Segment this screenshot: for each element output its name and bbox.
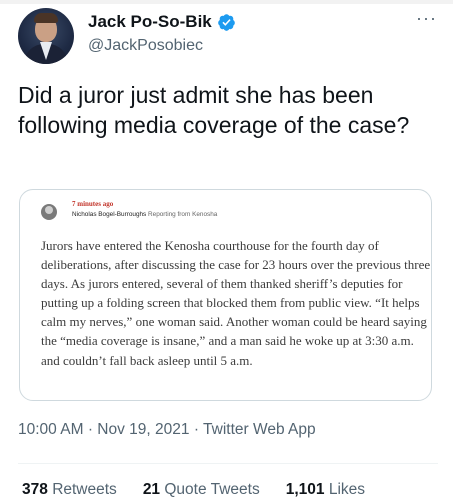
reporter-location: Reporting from Kenosha xyxy=(148,211,218,218)
tweet-text: Did a juror just admit she has been foll… xyxy=(18,82,410,138)
article-body: Jurors have entered the Kenosha courthou… xyxy=(41,238,431,368)
quote-tweets-count: 21 xyxy=(142,481,161,498)
tweet-time[interactable]: 10:00 AM xyxy=(18,421,84,438)
quote-tweets-label: Quote Tweets xyxy=(164,481,260,498)
tweet-source-app[interactable]: Twitter Web App xyxy=(203,421,316,438)
attached-image[interactable]: 7 minutes ago Nicholas Bogel-Burroughs R… xyxy=(19,189,432,401)
avatar[interactable] xyxy=(18,8,74,64)
tweet-metadata: 10:00 AM · Nov 19, 2021 · Twitter Web Ap… xyxy=(18,421,316,439)
tweet-header: Jack Po-So-Bik @JackPosobiec ··· xyxy=(18,8,438,64)
retweets-label: Retweets xyxy=(52,481,117,498)
retweets-count: 378 xyxy=(22,481,48,498)
reporter-name: Nicholas Bogel-Burroughs xyxy=(72,211,147,218)
divider xyxy=(18,463,438,464)
reporter-avatar xyxy=(41,204,57,220)
more-dots-icon[interactable]: ··· xyxy=(416,9,437,27)
likes-label: Likes xyxy=(328,481,366,498)
author-name-row[interactable]: Jack Po-So-Bik xyxy=(88,12,236,32)
engagement-stats: 378 Retweets 21 Quote Tweets 1,101 Likes xyxy=(22,481,365,499)
retweets-stat[interactable]: 378 Retweets xyxy=(22,481,117,499)
reporter-byline: Nicholas Bogel-Burroughs Reporting from … xyxy=(72,211,217,218)
likes-count: 1,101 xyxy=(285,481,325,498)
meta-separator: · xyxy=(193,421,199,438)
quote-tweets-stat[interactable]: 21 Quote Tweets xyxy=(143,481,260,499)
tweet-date[interactable]: Nov 19, 2021 xyxy=(97,421,189,438)
meta-separator: · xyxy=(87,421,93,438)
likes-stat[interactable]: 1,101 Likes xyxy=(286,481,365,499)
time-ago: 7 minutes ago xyxy=(72,200,114,208)
author-display-name[interactable]: Jack Po-So-Bik xyxy=(88,12,212,32)
author-handle[interactable]: @JackPosobiec xyxy=(88,37,203,55)
verified-badge-icon xyxy=(217,13,235,31)
top-border xyxy=(0,0,453,4)
